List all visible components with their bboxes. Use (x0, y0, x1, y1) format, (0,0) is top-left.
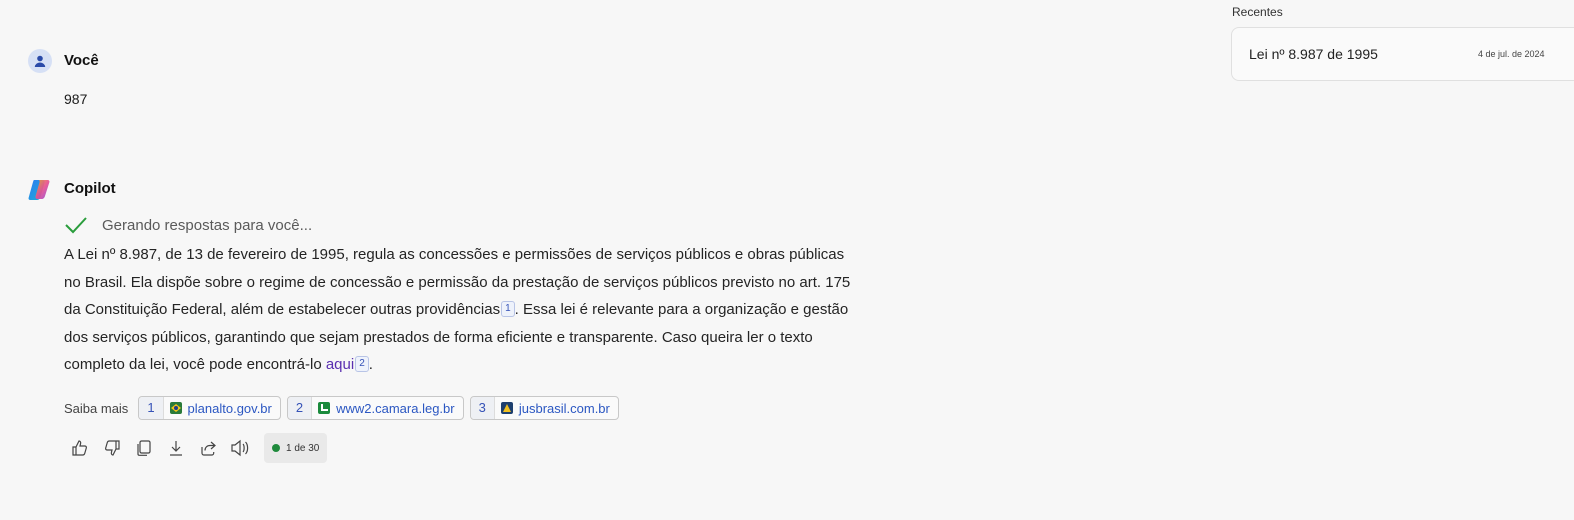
source-number: 3 (470, 397, 495, 419)
dislike-button[interactable] (102, 438, 122, 458)
citation-2[interactable]: 2 (355, 356, 369, 372)
jusbrasil-favicon-icon (500, 402, 513, 414)
source-number: 1 (139, 397, 164, 419)
copilot-logo-icon (28, 180, 50, 200)
source-link-planalto[interactable]: 1 planalto.gov.br (138, 396, 281, 420)
speaker-icon (231, 439, 249, 457)
status-text: Gerando respostas para você... (102, 216, 313, 234)
source-number: 2 (287, 397, 313, 419)
camara-favicon-icon (318, 402, 331, 414)
planalto-favicon-icon (169, 402, 182, 414)
copy-icon (137, 440, 151, 456)
recent-item-title: Lei nº 8.987 de 1995 (1249, 46, 1378, 62)
law-text-link[interactable]: aqui (326, 356, 354, 373)
source-link-camara[interactable]: 2 www2.camara.leg.br (286, 396, 464, 420)
copilot-answer: A Lei nº 8.987, de 13 de fevereiro de 19… (64, 241, 864, 379)
source-name: planalto.gov.br (187, 400, 272, 416)
recent-item-date: 4 de jul. de 2024 (1478, 49, 1545, 59)
message-actions: 1 de 30 (70, 433, 328, 463)
response-pager: 1 de 30 (264, 433, 328, 463)
answer-text-3: . (368, 356, 373, 373)
learn-more-label: Saiba mais (64, 400, 129, 416)
source-link-jusbrasil[interactable]: 3 jusbrasil.com.br (469, 396, 619, 420)
share-button[interactable] (198, 438, 218, 458)
pager-text: 1 de 30 (286, 442, 320, 454)
read-aloud-button[interactable] (230, 438, 250, 458)
download-button[interactable] (166, 438, 186, 458)
checkmark-icon (65, 217, 87, 234)
user-message: 987 (64, 91, 88, 107)
learn-more-row: Saiba mais 1 planalto.gov.br 2 www2.cama… (64, 396, 619, 420)
recent-heading: Recentes (1232, 5, 1283, 19)
recent-item[interactable]: Lei nº 8.987 de 1995 4 de jul. de 2024 (1231, 27, 1574, 81)
thumbs-up-icon (72, 440, 87, 456)
user-avatar-icon (28, 49, 52, 73)
source-name: www2.camara.leg.br (336, 400, 455, 416)
share-icon (201, 441, 216, 456)
source-name: jusbrasil.com.br (518, 400, 610, 416)
copilot-name: Copilot (64, 180, 116, 197)
user-name: Você (64, 52, 99, 69)
citation-1[interactable]: 1 (501, 301, 515, 317)
status-dot-icon (272, 444, 280, 452)
download-icon (170, 441, 182, 456)
like-button[interactable] (70, 438, 90, 458)
thumbs-down-icon (105, 440, 120, 456)
copy-button[interactable] (134, 438, 154, 458)
generation-status: Gerando respostas para você... (64, 216, 312, 234)
